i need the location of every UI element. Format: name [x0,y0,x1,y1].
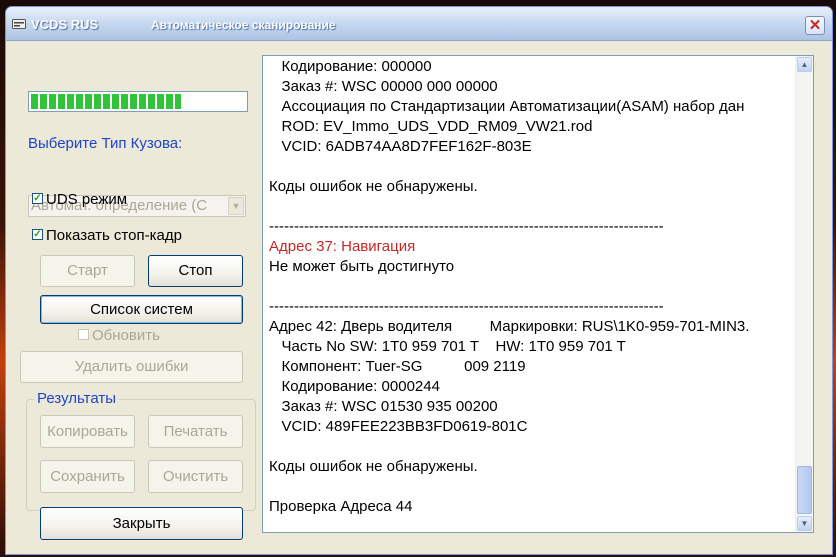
log-line: ----------------------------------------… [269,298,664,315]
log-scrollbar[interactable]: ▲ ▼ [795,56,813,532]
body-type-label: Выберите Тип Кузова: [28,135,183,152]
progress-fill [31,94,181,109]
clear-errors-button[interactable]: Удалить ошибки [20,351,243,383]
close-icon: ✕ [808,17,822,34]
app-title: VCDS RUS [31,17,99,32]
print-button[interactable]: Печатать [148,415,243,448]
refresh-checkbox[interactable]: Обновить [78,327,160,345]
copy-button[interactable]: Копировать [40,415,135,448]
log-line: Адрес 42: Дверь водителя Маркировки: RUS… [269,318,750,335]
start-label: Старт [67,262,108,279]
freeze-frame-label: Показать стоп-кадр [46,227,182,244]
app-icon [12,19,26,29]
title-bar[interactable]: VCDS RUS Автоматическое сканирование ✕ [6,7,832,41]
close-button[interactable]: Закрыть [40,507,243,540]
chevron-down-icon: ▼ [800,519,809,528]
clear-button[interactable]: Очистить [148,460,243,493]
stop-label: Стоп [178,262,213,279]
log-line: Заказ #: WSC 01530 935 00200 [269,398,498,415]
clear-errors-label: Удалить ошибки [74,358,189,375]
save-label: Сохранить [50,468,125,485]
log-line: Часть No SW: 1T0 959 701 T HW: 1T0 959 7… [269,338,626,355]
log-line: Коды ошибок не обнаружены. [269,178,478,195]
log-line: VCID: 6ADB74AA8D7FEF162F-803E [269,138,532,155]
log-line: VCID: 489FEE223BB3FD0619-801C [269,418,528,435]
results-label: Результаты [34,390,119,407]
log-line: Ассоциация по Стандартизации Автоматизац… [269,98,745,115]
scroll-down-button[interactable]: ▼ [797,516,812,531]
log-line: Не может быть достигнуто [269,258,455,275]
print-label: Печатать [163,423,228,440]
log-line: Кодирование: 000000 [269,58,432,75]
uds-mode-label: UDS режим [46,191,128,208]
checkbox-box: ✓ [32,192,43,204]
close-window-button[interactable]: ✕ [805,16,825,35]
system-list-button[interactable]: Список систем [40,295,243,324]
log-line: Заказ #: WSC 00000 000 00000 [269,78,498,95]
start-button[interactable]: Старт [40,255,135,287]
stop-button[interactable]: Стоп [148,255,243,287]
system-list-label: Список систем [90,301,193,318]
log-line: Компонент: Tuer-SG 009 2119 [269,358,526,375]
log-line: Кодирование: 0000244 [269,378,440,395]
log-line: ROD: EV_Immo_UDS_VDD_RM09_VW21.rod [269,118,593,135]
clear-label: Очистить [162,468,229,485]
chevron-up-icon: ▲ [800,60,809,69]
scan-log[interactable]: Кодирование: 000000 Заказ #: WSC 00000 0… [262,55,814,533]
uds-mode-checkbox[interactable]: ✓ UDS режим [32,191,127,209]
log-line: ----------------------------------------… [269,218,664,235]
checkbox-box: ✓ [32,228,43,240]
scroll-thumb[interactable] [797,466,812,514]
window-title: Автоматическое сканирование [151,18,336,32]
log-line: Коды ошибок не обнаружены. [269,458,478,475]
scroll-up-button[interactable]: ▲ [797,57,812,72]
checkbox-box [78,328,89,340]
refresh-label: Обновить [92,327,160,344]
freeze-frame-checkbox[interactable]: ✓ Показать стоп-кадр [32,227,182,245]
copy-label: Копировать [47,423,128,440]
close-label: Закрыть [112,515,171,532]
chevron-down-icon: ▼ [228,197,244,215]
log-line: Проверка Адреса 44 [269,498,413,515]
log-line: Адрес 37: Навигация [269,238,416,255]
save-button[interactable]: Сохранить [40,460,135,493]
vcds-window: VCDS RUS Автоматическое сканирование ✕ В… [5,6,833,555]
control-panel: Выберите Тип Кузова: Автомат. определени… [6,41,258,554]
scan-progress-bar [28,91,248,112]
